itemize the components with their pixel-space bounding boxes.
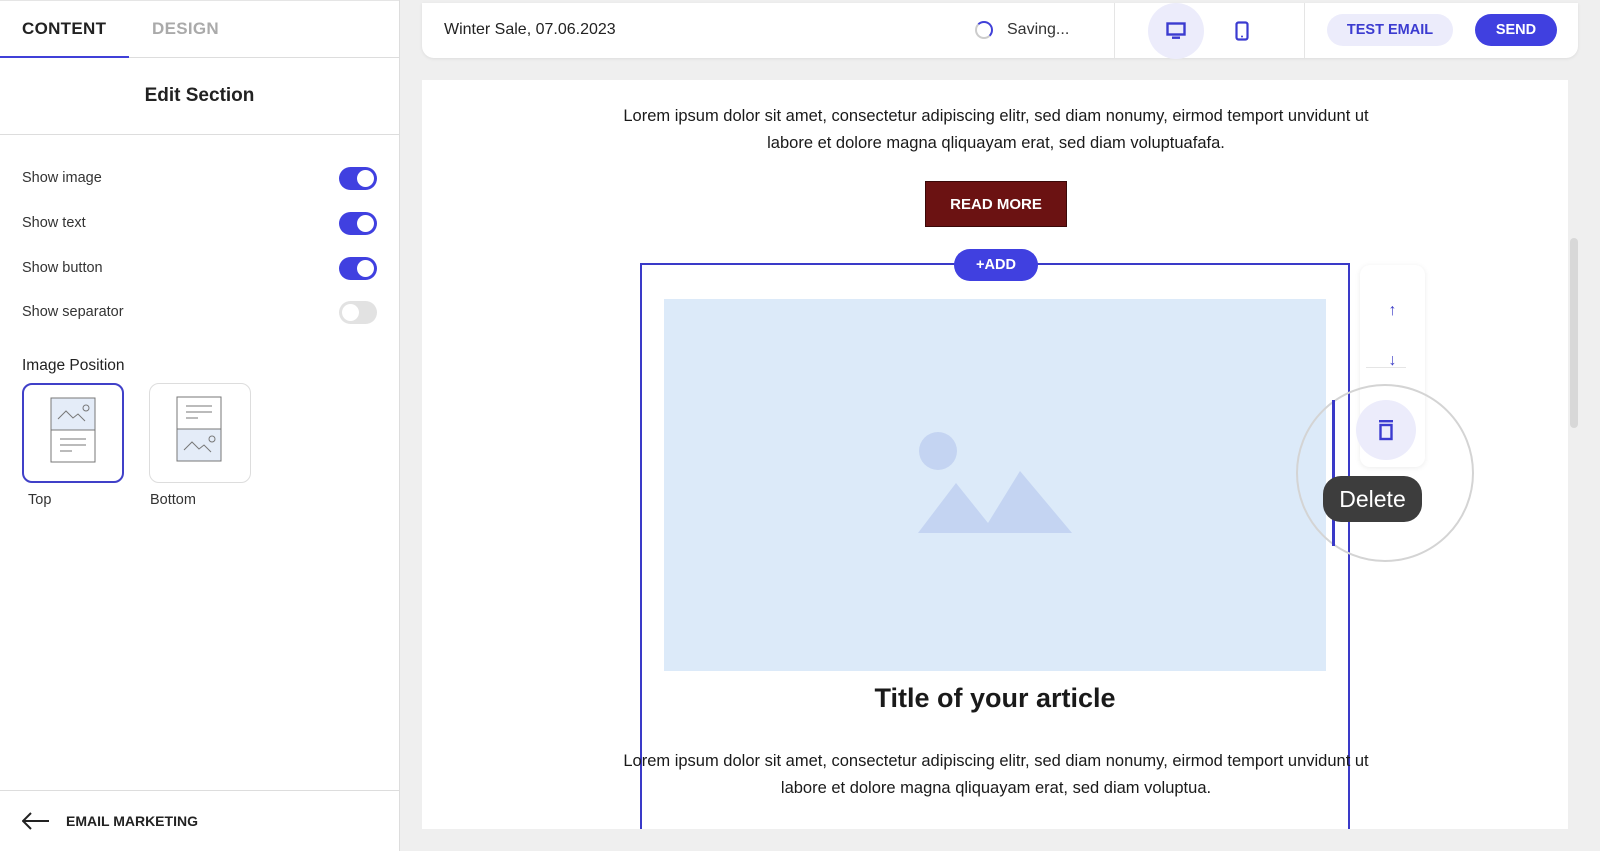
delete-tooltip: Delete (1323, 476, 1422, 522)
move-up-button[interactable]: ↑ (1360, 291, 1425, 331)
send-button[interactable]: SEND (1475, 14, 1557, 46)
image-placeholder-icon (918, 432, 1072, 533)
toggle-row-show-button: Show button (22, 256, 377, 280)
sidebar-tabs: CONTENT DESIGN (0, 0, 399, 58)
toggle-label: Show image (22, 170, 102, 186)
top-bar: Winter Sale, 07.06.2023 Saving... TEST E… (422, 3, 1578, 59)
toggle-row-show-image: Show image (22, 166, 377, 190)
image-position-bottom-option[interactable] (149, 383, 251, 483)
arrow-up-icon: ↑ (1388, 302, 1397, 319)
image-placeholder[interactable] (664, 299, 1326, 671)
desktop-icon (1166, 22, 1186, 39)
bottom-option-label: Bottom (150, 492, 196, 508)
add-section-button[interactable]: +ADD (954, 249, 1038, 281)
toggle-row-show-separator: Show separator (22, 300, 377, 324)
divider (1366, 367, 1406, 368)
intro-text[interactable]: Lorem ipsum dolor sit amet, consectetur … (616, 103, 1376, 157)
read-more-button[interactable]: READ MORE (925, 181, 1067, 227)
show-button-toggle[interactable] (339, 256, 377, 280)
article-section[interactable]: Title of your article Lorem ipsum dolor … (623, 263, 1369, 829)
image-top-layout-icon (50, 397, 96, 463)
image-bottom-layout-icon (176, 396, 222, 462)
tab-design[interactable]: DESIGN (152, 19, 219, 39)
top-option-label: Top (28, 492, 52, 508)
sidebar: CONTENT DESIGN Edit Section Show image S… (0, 0, 400, 851)
section-title: Edit Section (0, 58, 399, 135)
image-position-label: Image Position (22, 357, 125, 374)
toggle-label: Show button (22, 260, 103, 276)
scrollbar[interactable] (1570, 238, 1578, 428)
toggle-row-show-text: Show text (22, 211, 377, 235)
mobile-icon (1235, 21, 1249, 41)
article-text[interactable]: Lorem ipsum dolor sit amet, consectetur … (616, 748, 1376, 802)
toggle-label: Show text (22, 215, 86, 231)
toggle-label: Show separator (22, 304, 124, 320)
mobile-preview-button[interactable] (1214, 3, 1270, 59)
article-title[interactable]: Title of your article (642, 683, 1348, 714)
save-status: Saving... (975, 21, 1069, 39)
active-tab-indicator (0, 56, 129, 58)
show-text-toggle[interactable] (339, 211, 377, 235)
campaign-name[interactable]: Winter Sale, 07.06.2023 (444, 21, 616, 39)
save-status-text: Saving... (1007, 21, 1070, 38)
trash-icon (1379, 420, 1393, 441)
spinner-icon (975, 21, 993, 39)
article-border-zoomed (1332, 400, 1335, 546)
divider (1114, 3, 1115, 58)
delete-section-button[interactable] (1356, 400, 1416, 460)
test-email-button[interactable]: TEST EMAIL (1327, 14, 1453, 46)
show-separator-toggle[interactable] (339, 300, 377, 324)
arrow-left-icon (22, 812, 49, 830)
back-to-email-marketing[interactable]: EMAIL MARKETING (0, 790, 400, 851)
show-image-toggle[interactable] (339, 166, 377, 190)
divider (1304, 3, 1305, 58)
back-label: EMAIL MARKETING (66, 813, 198, 829)
tab-content[interactable]: CONTENT (22, 19, 106, 39)
move-down-button[interactable]: ↓ (1360, 341, 1425, 381)
image-position-top-option[interactable] (22, 383, 124, 483)
desktop-preview-button[interactable] (1148, 3, 1204, 59)
